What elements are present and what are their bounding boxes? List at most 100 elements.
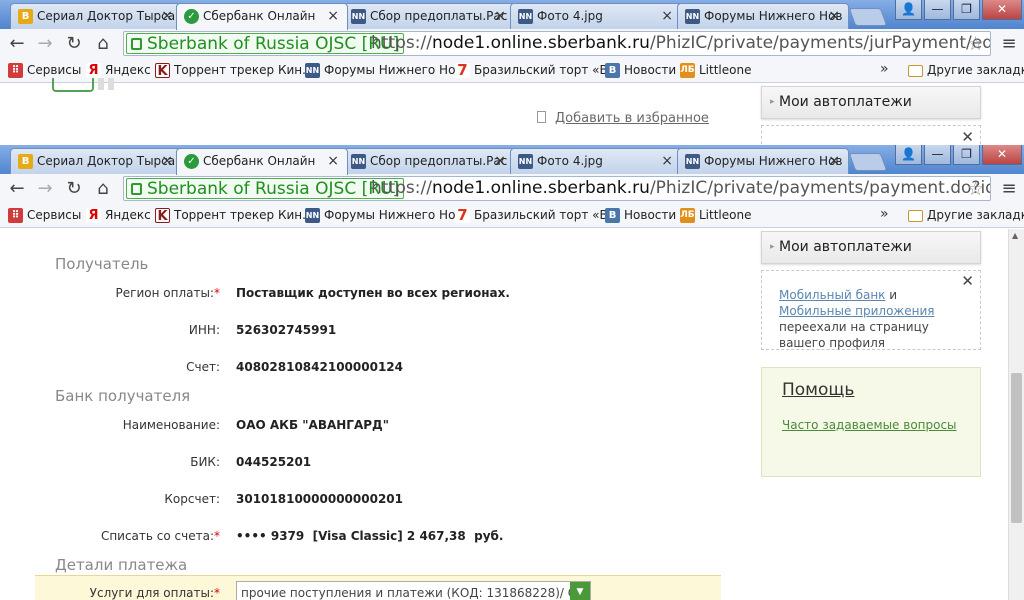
tab-foto[interactable]: NN Фото 4.jpg ×: [510, 148, 682, 174]
scroll-up-icon[interactable]: ▲: [1012, 231, 1018, 240]
toolbar: ← → ↻ ⌂ Sberbank of Russia OJSC [RU] htt…: [0, 174, 1024, 203]
tab-title: Фото 4.jpg: [537, 154, 603, 168]
reload-button[interactable]: ↻: [63, 178, 85, 200]
nn-icon: NN: [305, 63, 320, 78]
help-title[interactable]: Помощь: [782, 380, 960, 400]
services-label: Услуги для оплаты:*: [89, 586, 220, 600]
bookmark-services[interactable]: ⠿ Сервисы: [8, 207, 81, 224]
tab-forum[interactable]: NN Форумы Нижнего Нов ×: [677, 3, 849, 29]
ev-certificate-badge[interactable]: Sberbank of Russia OJSC [RU]: [126, 33, 405, 54]
dropdown-arrow-icon[interactable]: ▼: [570, 582, 590, 600]
home-button[interactable]: ⌂: [92, 33, 114, 55]
vk-icon: B: [18, 154, 33, 169]
tab-sberbank[interactable]: ✓ Сбербанк Онлайн ×: [176, 3, 348, 30]
bookmark-icon: [537, 111, 546, 123]
tab-forum[interactable]: NN Форумы Нижнего Нов ×: [677, 148, 849, 174]
bookmark-news[interactable]: B Новости: [605, 62, 676, 79]
tab-title: Сбербанк Онлайн: [203, 9, 316, 23]
new-tab-button[interactable]: [848, 8, 888, 26]
bookmark-torrent[interactable]: K Торрент трекер Кин...: [155, 207, 314, 224]
seven-icon: 7: [455, 63, 470, 78]
tab-title: Сериал Доктор Тырса: [37, 154, 176, 168]
restore-button[interactable]: ❐: [953, 0, 980, 20]
bookmark-news[interactable]: B Новости: [605, 207, 676, 224]
notice-box-partial: ✕: [761, 125, 981, 145]
inn-label: ИНН:: [188, 323, 220, 337]
minimize-button[interactable]: —: [924, 0, 951, 20]
bookmark-littleone[interactable]: ЛБ Littleone: [680, 62, 751, 79]
home-button[interactable]: ⌂: [92, 178, 114, 200]
other-bookmarks[interactable]: Другие закладки: [908, 207, 1024, 224]
partial-control: [98, 78, 104, 90]
bookmarks-more-button[interactable]: »: [880, 61, 889, 77]
close-icon[interactable]: ×: [161, 149, 173, 173]
user-icon[interactable]: 👤: [895, 0, 922, 20]
close-icon[interactable]: ×: [161, 4, 173, 28]
services-select[interactable]: прочие поступления и платежи (КОД: 13186…: [236, 581, 591, 600]
my-autopayments-button[interactable]: ▸ Мои автоплатежи: [761, 231, 981, 264]
close-window-button[interactable]: ✕: [982, 0, 1022, 20]
bookmark-torrent[interactable]: K Торрент трекер Кин...: [155, 62, 314, 79]
scrollbar-thumb[interactable]: [1011, 373, 1022, 523]
star-icon[interactable]: ☆: [967, 32, 984, 55]
bookmark-yandex[interactable]: Я Яндекс: [86, 207, 151, 224]
close-window-button[interactable]: ✕: [982, 145, 1022, 165]
bookmark-cake[interactable]: 7 Бразильский торт «В...: [455, 62, 619, 79]
bookmarks-more-button[interactable]: »: [880, 206, 889, 222]
close-icon[interactable]: ×: [661, 4, 673, 28]
add-to-favorites-link[interactable]: Добавить в избранное: [537, 111, 709, 126]
seven-icon: 7: [455, 208, 470, 223]
apps-grid-icon: ⠿: [8, 208, 23, 223]
restore-button[interactable]: ❐: [953, 145, 980, 165]
folder-icon: [908, 65, 923, 77]
close-icon[interactable]: ×: [661, 149, 673, 173]
user-icon[interactable]: 👤: [895, 145, 922, 165]
close-icon[interactable]: ×: [494, 149, 506, 173]
tab-foto[interactable]: NN Фото 4.jpg ×: [510, 3, 682, 29]
bookmark-yandex[interactable]: Я Яндекс: [86, 62, 151, 79]
mobile-bank-link[interactable]: Мобильный банк: [779, 288, 885, 302]
vk-icon: B: [605, 208, 620, 223]
close-icon[interactable]: ×: [327, 4, 339, 28]
ev-certificate-badge[interactable]: Sberbank of Russia OJSC [RU]: [126, 178, 405, 199]
minimize-button[interactable]: —: [924, 145, 951, 165]
page-scrollbar[interactable]: ▲: [1008, 229, 1024, 600]
tab-serial[interactable]: B Сериал Доктор Тырса ×: [10, 3, 182, 29]
close-icon[interactable]: ×: [494, 4, 506, 28]
address-bar[interactable]: Sberbank of Russia OJSC [RU] https://nod…: [123, 31, 991, 56]
tab-title: Сериал Доктор Тырса: [37, 9, 176, 23]
other-bookmarks[interactable]: Другие закладки: [908, 62, 1024, 79]
tab-sbor[interactable]: NN Сбор предоплаты.Рас ×: [343, 3, 515, 29]
close-icon[interactable]: ×: [828, 149, 840, 173]
close-icon[interactable]: ✕: [961, 128, 974, 145]
star-icon[interactable]: ☆: [967, 177, 984, 200]
faq-link[interactable]: Часто задаваемые вопросы: [782, 418, 960, 432]
new-tab-button[interactable]: [848, 153, 888, 171]
tab-sberbank[interactable]: ✓ Сбербанк Онлайн ×: [176, 148, 348, 175]
bookmark-forum[interactable]: NN Форумы Нижнего Но...: [305, 62, 467, 79]
forward-button[interactable]: →: [34, 178, 56, 200]
bookmark-forum[interactable]: NN Форумы Нижнего Но...: [305, 207, 467, 224]
my-autopayments-button[interactable]: ▸ Мои автоплатежи: [761, 86, 981, 119]
reload-button[interactable]: ↻: [63, 33, 85, 55]
url-text: https://node1.online.sberbank.ru/PhizIC/…: [371, 178, 990, 198]
forward-button[interactable]: →: [34, 33, 56, 55]
close-icon[interactable]: ×: [327, 149, 339, 173]
bookmark-services[interactable]: ⠿ Сервисы: [8, 62, 81, 79]
close-icon[interactable]: ✕: [961, 273, 974, 289]
bookmark-cake[interactable]: 7 Бразильский торт «В...: [455, 207, 619, 224]
close-icon[interactable]: ×: [828, 4, 840, 28]
tab-sbor[interactable]: NN Сбор предоплаты.Рас ×: [343, 148, 515, 174]
menu-icon[interactable]: ≡: [998, 178, 1020, 200]
tab-serial[interactable]: B Сериал Доктор Тырса ×: [10, 148, 182, 174]
back-button[interactable]: ←: [6, 33, 28, 55]
mobile-apps-link[interactable]: Мобильные приложения: [779, 304, 934, 318]
chevron-right-icon: ▸: [770, 242, 775, 252]
corr-account-value: 30101810000000000201: [236, 492, 403, 506]
address-bar[interactable]: Sberbank of Russia OJSC [RU] https://nod…: [123, 176, 991, 201]
bik-label: БИК:: [190, 455, 220, 469]
bookmark-littleone[interactable]: ЛБ Littleone: [680, 207, 751, 224]
menu-icon[interactable]: ≡: [998, 33, 1020, 55]
back-button[interactable]: ←: [6, 178, 28, 200]
lock-icon: [131, 38, 142, 50]
